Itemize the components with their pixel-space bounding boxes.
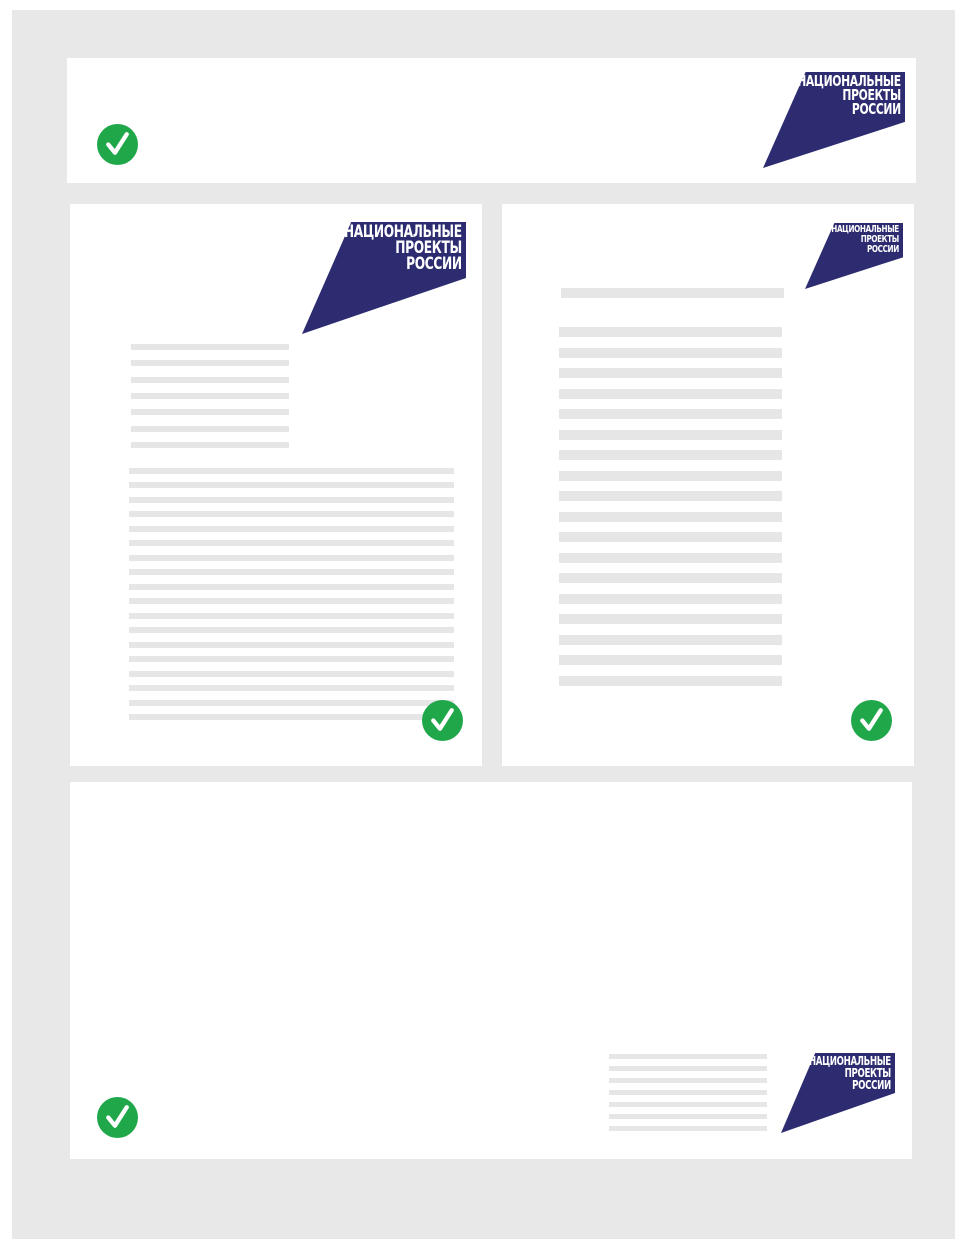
placeholder-line — [131, 426, 289, 432]
placeholder-line — [559, 594, 782, 604]
placeholder-line — [609, 1114, 767, 1119]
placeholder-line — [609, 1066, 767, 1071]
placeholder-line — [559, 553, 782, 563]
placeholder-line — [129, 598, 454, 604]
placeholder-line — [131, 393, 289, 399]
body-text-placeholder — [129, 468, 454, 720]
placeholder-line — [129, 540, 454, 546]
placeholder-line — [559, 327, 782, 337]
placeholder-line — [129, 671, 454, 677]
placeholder-line — [129, 511, 454, 517]
placeholder-line — [559, 430, 782, 440]
placeholder-line — [129, 714, 454, 720]
placeholder-line — [559, 614, 782, 624]
placeholder-line — [559, 491, 782, 501]
logo-text: НАЦИОНАЛЬНЫЕ ПРОЕКТЫ РОССИИ — [344, 224, 462, 274]
placeholder-line — [129, 656, 454, 662]
logo-text: НАЦИОНАЛЬНЫЕ ПРОЕКТЫ РОССИИ — [831, 225, 899, 255]
placeholder-line — [559, 573, 782, 583]
placeholder-line — [131, 360, 289, 366]
placeholder-line — [559, 635, 782, 645]
national-projects-logo: НАЦИОНАЛЬНЫЕ ПРОЕКТЫ РОССИИ — [763, 72, 905, 168]
placeholder-line — [559, 655, 782, 665]
layout-example-document-right: НАЦИОНАЛЬНЫЕ ПРОЕКТЫ РОССИИ — [502, 204, 914, 766]
logo-text-line3: РОССИИ — [852, 100, 901, 118]
placeholder-line — [609, 1090, 767, 1095]
placeholder-line — [129, 685, 454, 691]
placeholder-line — [129, 627, 454, 633]
placeholder-line — [129, 584, 454, 590]
national-projects-logo: НАЦИОНАЛЬНЫЕ ПРОЕКТЫ РОССИИ — [805, 223, 903, 289]
placeholder-line — [131, 344, 289, 350]
placeholder-line — [129, 526, 454, 532]
placeholder-line — [129, 642, 454, 648]
logo-text: НАЦИОНАЛЬНЫЕ ПРОЕКТЫ РОССИИ — [809, 1055, 891, 1091]
placeholder-line — [559, 512, 782, 522]
placeholder-line — [129, 497, 454, 503]
placeholder-line — [129, 482, 454, 488]
layout-example-banner: НАЦИОНАЛЬНЫЕ ПРОЕКТЫ РОССИИ — [67, 58, 916, 183]
placeholder-line — [559, 348, 782, 358]
national-projects-logo: НАЦИОНАЛЬНЫЕ ПРОЕКТЫ РОССИИ — [302, 222, 466, 334]
placeholder-line — [559, 389, 782, 399]
placeholder-line — [559, 450, 782, 460]
logo-text-line3: РОССИИ — [406, 254, 462, 274]
layout-example-document-left: НАЦИОНАЛЬНЫЕ ПРОЕКТЫ РОССИИ — [70, 204, 482, 766]
caption-text-placeholder — [609, 1054, 767, 1134]
placeholder-line — [129, 700, 454, 706]
placeholder-line — [559, 409, 782, 419]
body-text-placeholder — [559, 327, 782, 687]
logo-text-line3: РОССИИ — [867, 244, 899, 255]
heading-placeholder — [561, 288, 784, 300]
placeholder-line — [559, 676, 782, 686]
placeholder-line — [131, 409, 289, 415]
placeholder-line — [131, 377, 289, 383]
placeholder-line — [129, 468, 454, 474]
placeholder-line — [131, 442, 289, 448]
placeholder-line — [609, 1054, 767, 1059]
placeholder-line — [129, 555, 454, 561]
placeholder-line — [559, 532, 782, 542]
checkmark-icon — [97, 1097, 138, 1138]
national-projects-logo: НАЦИОНАЛЬНЫЕ ПРОЕКТЫ РОССИИ — [781, 1053, 895, 1133]
checkmark-icon — [97, 124, 138, 165]
logo-text: НАЦИОНАЛЬНЫЕ ПРОЕКТЫ РОССИИ — [797, 74, 901, 118]
placeholder-line — [129, 613, 454, 619]
placeholder-line — [609, 1078, 767, 1083]
logo-text-line3: РОССИИ — [852, 1078, 891, 1092]
placeholder-line — [609, 1102, 767, 1107]
checkmark-icon — [422, 700, 463, 741]
placeholder-line — [129, 569, 454, 575]
address-text-placeholder — [131, 344, 289, 454]
placeholder-line — [561, 288, 784, 298]
placeholder-line — [609, 1126, 767, 1131]
placeholder-line — [559, 368, 782, 378]
layout-example-banner-large: НАЦИОНАЛЬНЫЕ ПРОЕКТЫ РОССИИ — [70, 782, 912, 1159]
placeholder-line — [559, 471, 782, 481]
checkmark-icon — [851, 700, 892, 741]
